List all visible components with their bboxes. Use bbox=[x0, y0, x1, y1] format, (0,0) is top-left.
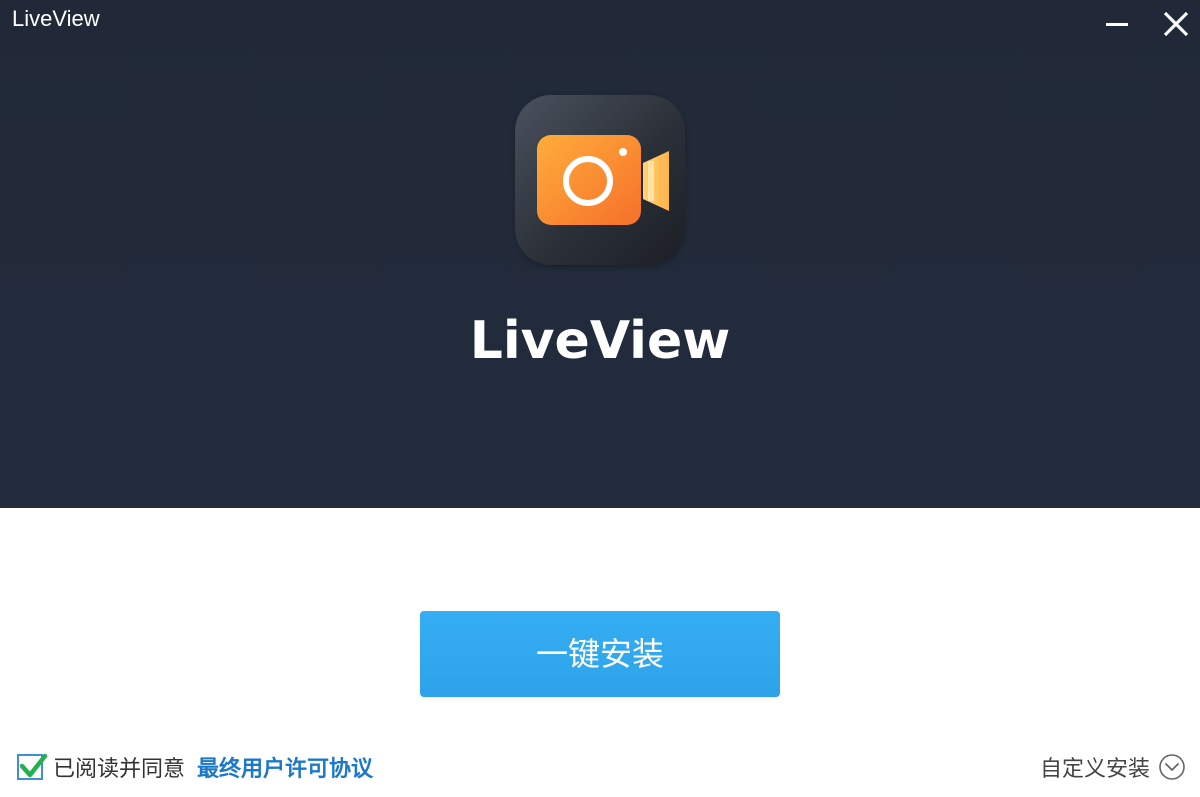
one-click-install-button[interactable]: 一键安装 bbox=[420, 611, 780, 697]
chevron-down-icon bbox=[1158, 753, 1186, 781]
minimize-button[interactable] bbox=[1098, 4, 1138, 44]
minimize-icon bbox=[1106, 23, 1128, 26]
close-icon bbox=[1163, 11, 1189, 37]
agree-label: 已阅读并同意 bbox=[53, 757, 186, 782]
custom-install-label: 自定义安装 bbox=[1039, 757, 1150, 782]
header-banner: LiveView LiveView bbox=[0, 0, 1200, 508]
checkmark-icon bbox=[19, 753, 48, 778]
agree-checkbox[interactable] bbox=[17, 753, 48, 780]
agreement-row: 已阅读并同意 最终用户许可协议 bbox=[17, 751, 373, 783]
installer-window: LiveView LiveView 一键安装 已阅读并同意 最终用户许可协议 自… bbox=[0, 0, 1200, 797]
window-title: LiveView bbox=[12, 6, 100, 31]
custom-install-toggle[interactable]: 自定义安装 bbox=[1040, 751, 1186, 783]
app-logo bbox=[515, 95, 685, 265]
eula-link[interactable]: 最终用户许可协议 bbox=[197, 751, 373, 783]
close-button[interactable] bbox=[1157, 4, 1197, 44]
video-camera-icon bbox=[537, 135, 669, 225]
app-name: LiveView bbox=[469, 311, 731, 371]
